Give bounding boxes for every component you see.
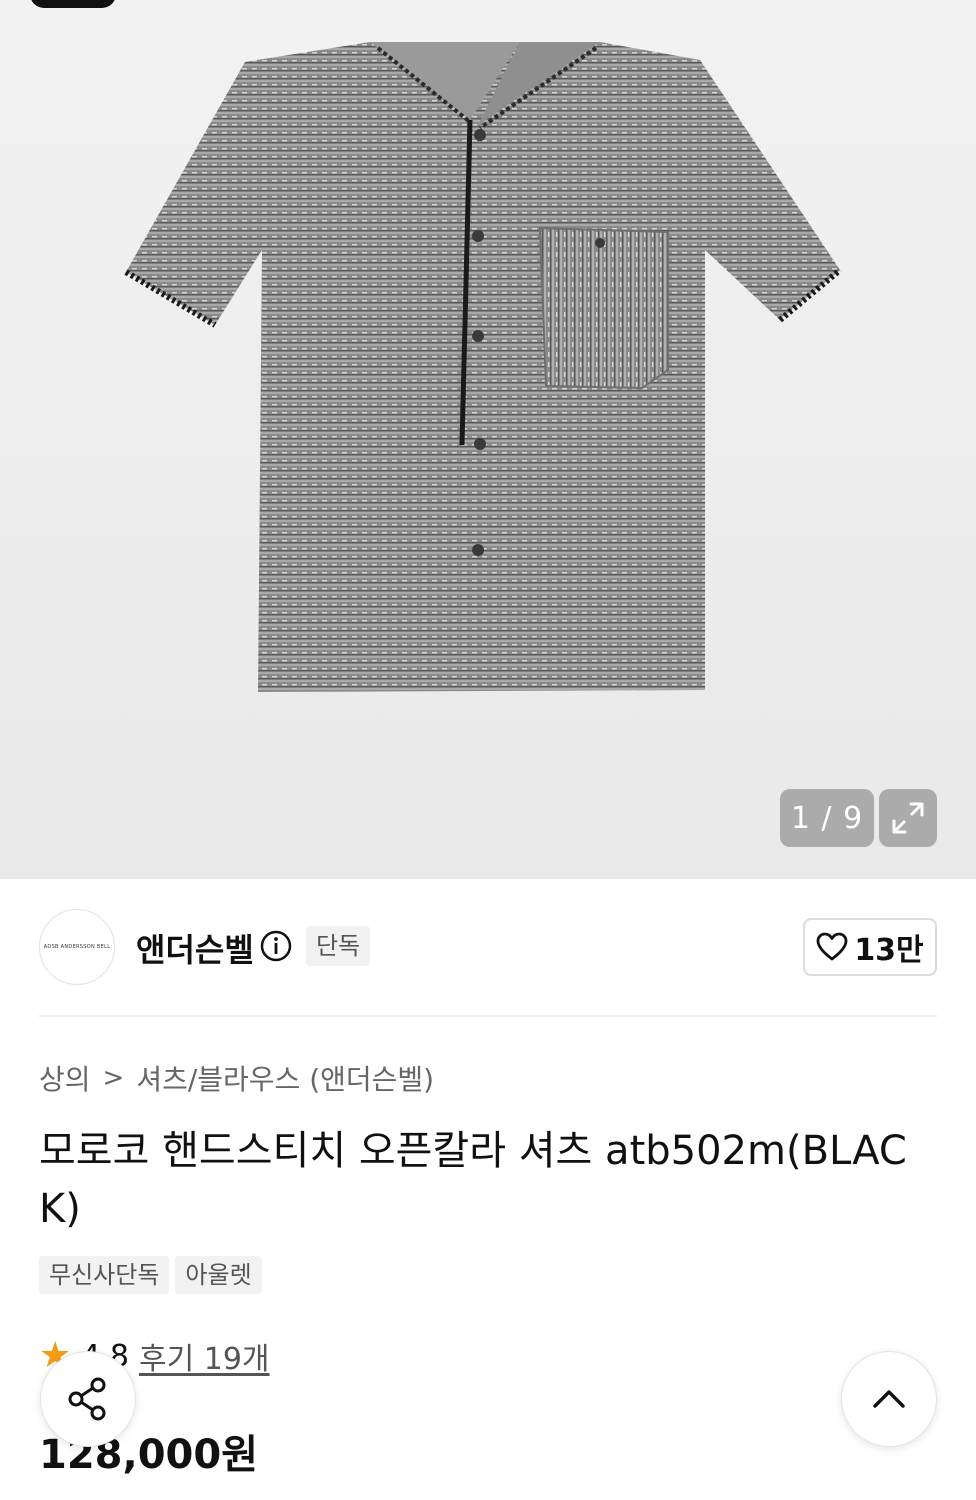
- tag-exclusive: 무신사단독: [39, 1256, 170, 1294]
- breadcrumb: 상의 > 셔츠/블라우스 (앤더슨벨): [39, 1058, 434, 1098]
- brand-logo-text: ADSB ANDERSSON BELL: [43, 944, 111, 950]
- expand-button[interactable]: [879, 789, 937, 847]
- share-icon: [68, 1377, 106, 1421]
- brand-logo[interactable]: ADSB ANDERSSON BELL: [39, 909, 115, 985]
- exclusive-badge: 단독: [306, 926, 371, 966]
- divider: [39, 1015, 937, 1017]
- expand-icon: [892, 802, 924, 834]
- product-image-gallery[interactable]: 1 / 9: [0, 0, 976, 879]
- breadcrumb-separator: >: [102, 1063, 125, 1093]
- reviews-link[interactable]: 후기 19개: [139, 1334, 270, 1378]
- product-tags: 무신사단독 아울렛: [39, 1256, 262, 1294]
- info-icon[interactable]: [260, 930, 292, 962]
- scroll-top-button[interactable]: [841, 1351, 937, 1447]
- like-count: 13만: [854, 933, 924, 968]
- like-button[interactable]: 13만: [803, 918, 937, 976]
- share-button[interactable]: [40, 1351, 136, 1447]
- image-counter: 1 / 9: [780, 789, 874, 847]
- product-image: [124, 42, 842, 692]
- breadcrumb-subcategory[interactable]: 셔츠/블라우스 (앤더슨벨): [136, 1058, 434, 1098]
- breadcrumb-category[interactable]: 상의: [39, 1058, 91, 1098]
- brand-name-link[interactable]: 앤더슨벨: [136, 925, 254, 971]
- tag-outlet: 아울렛: [175, 1256, 262, 1294]
- product-title: 모로코 핸드스티치 오픈칼라 셔츠 atb502m(BLACK): [39, 1128, 907, 1232]
- heart-icon: [816, 932, 848, 961]
- chevron-up-icon: [873, 1390, 905, 1408]
